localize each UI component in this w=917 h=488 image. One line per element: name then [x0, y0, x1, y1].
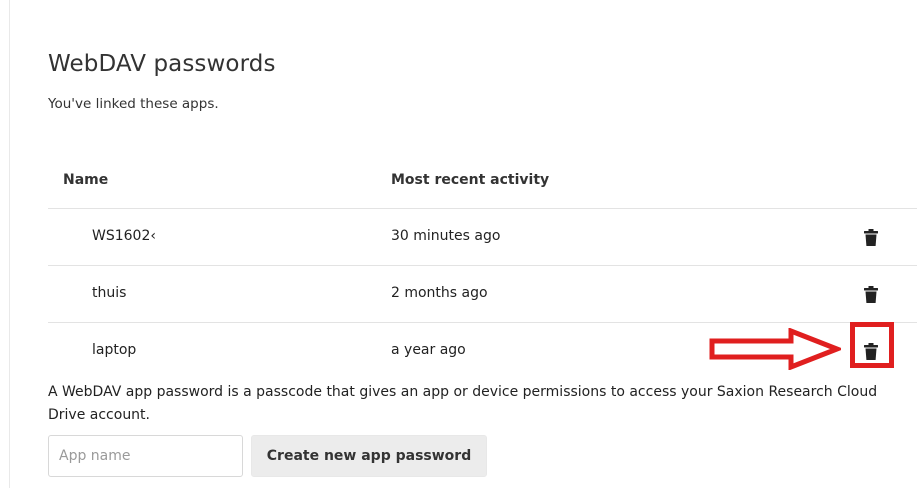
delete-button[interactable] [861, 227, 881, 247]
row-name: thuis [92, 285, 127, 301]
section-subtitle: You've linked these apps. [48, 96, 219, 112]
highlight-box [850, 322, 894, 368]
right-arrow-icon [709, 328, 841, 370]
section-title: WebDAV passwords [48, 51, 276, 77]
table-row: thuis 2 months ago [48, 266, 917, 323]
column-header-activity: Most recent activity [391, 172, 550, 188]
webdav-passwords-page: WebDAV passwords You've linked these app… [0, 0, 917, 488]
trash-icon [864, 228, 878, 246]
row-activity: 30 minutes ago [391, 228, 501, 244]
row-name: laptop [92, 342, 137, 358]
row-activity: a year ago [391, 342, 466, 358]
create-app-password-button[interactable]: Create new app password [251, 435, 487, 477]
row-activity: 2 months ago [391, 285, 488, 301]
delete-button[interactable] [861, 284, 881, 304]
left-divider [9, 0, 10, 488]
row-name: WS1602‹ [92, 228, 156, 244]
column-header-name: Name [63, 172, 109, 188]
app-name-input[interactable] [48, 435, 243, 477]
table-row: WS1602‹ 30 minutes ago [48, 209, 917, 266]
description-text: A WebDAV app password is a passcode that… [48, 384, 878, 423]
trash-icon [864, 285, 878, 303]
table-header: Name Most recent activity [48, 152, 917, 209]
